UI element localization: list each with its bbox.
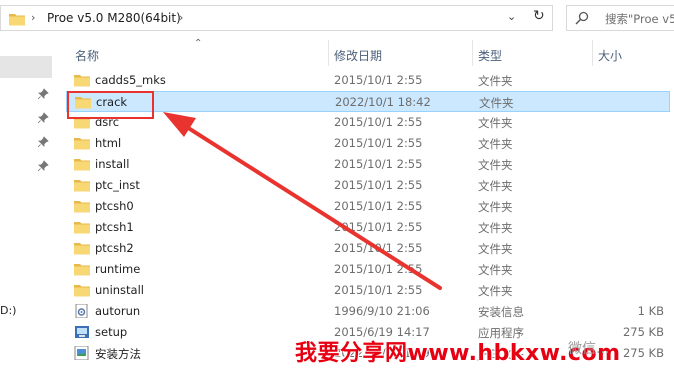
annotation-arrow-icon xyxy=(163,112,442,290)
file-explorer-window: › Proe v5.0 M280(64bit) › ⌄ ↻ 搜索"Proe v5… xyxy=(0,0,674,378)
watermark-social: 微信... xyxy=(568,341,610,357)
